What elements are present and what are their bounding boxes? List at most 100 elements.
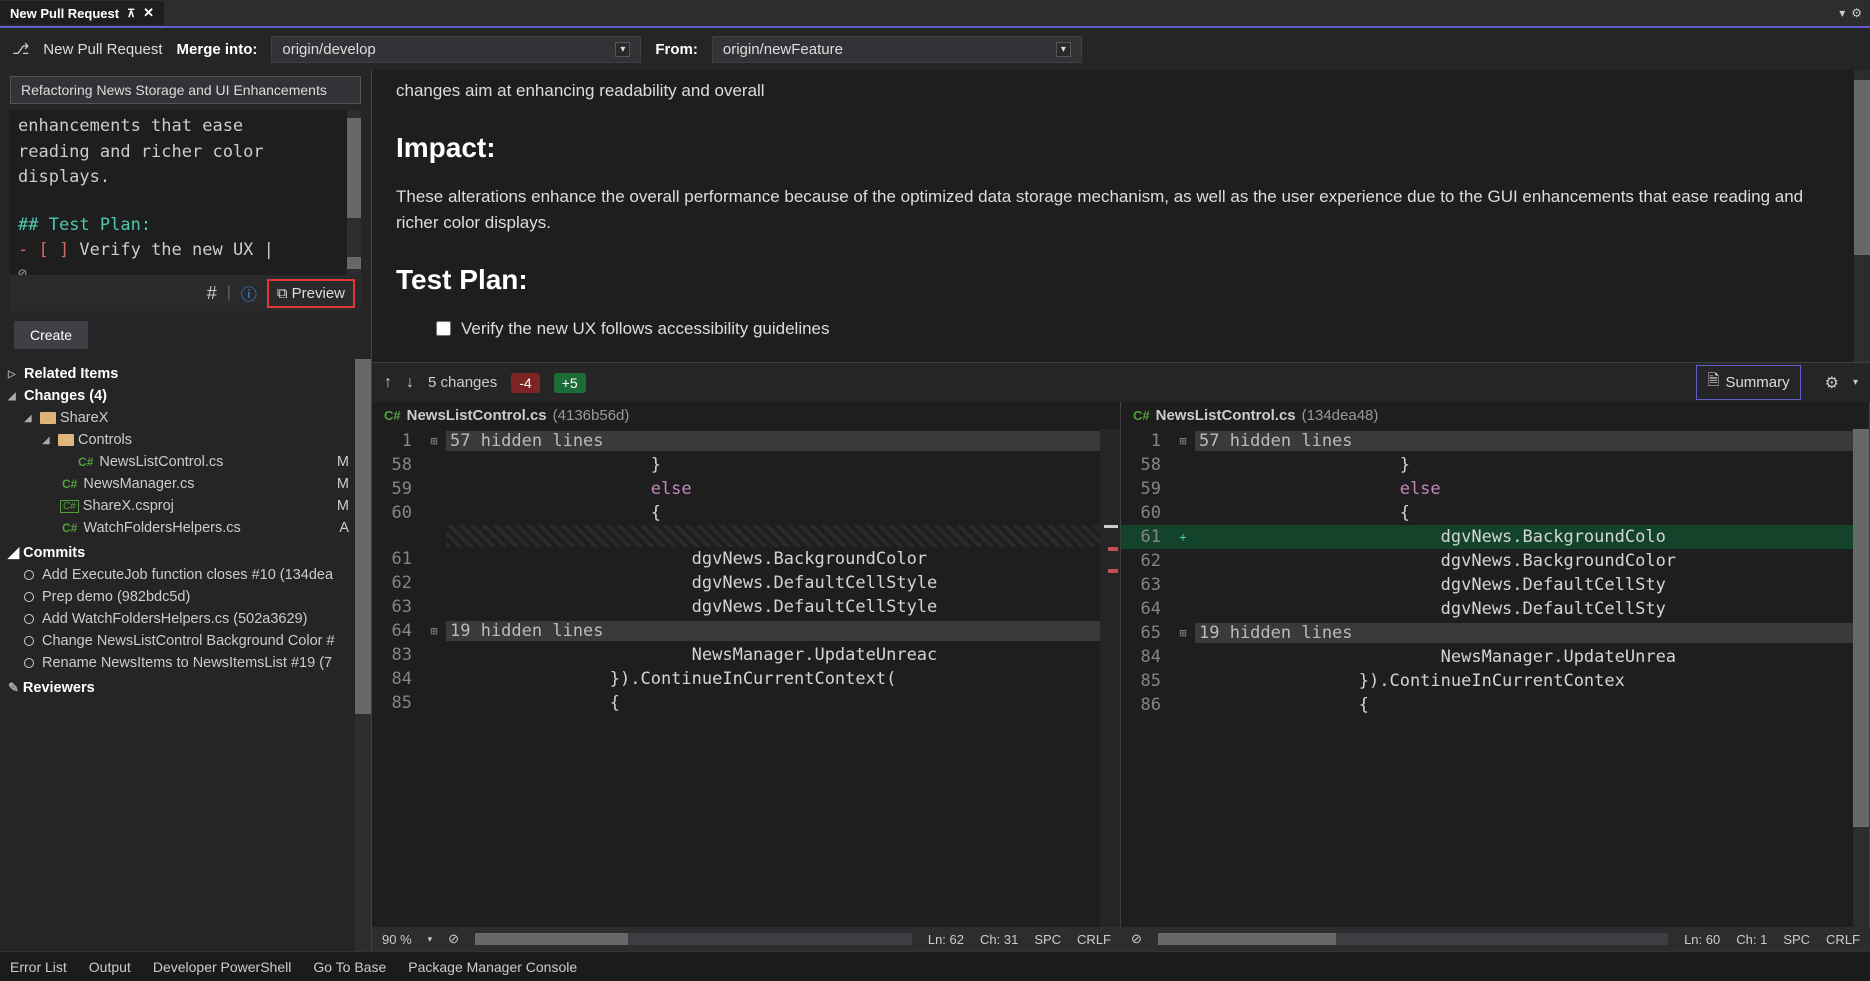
code-right[interactable]: 1⊞57 hidden lines 58 } 59 else 60 { 61+ … xyxy=(1121,429,1853,927)
desc-scrollbar[interactable] xyxy=(347,110,361,275)
commit-row[interactable]: Add WatchFoldersHelpers.cs (502a3629) xyxy=(8,608,363,630)
file-row[interactable]: C#NewsListControl.csM xyxy=(8,451,363,473)
file-row[interactable]: C#ShareX.csprojM xyxy=(8,495,363,517)
commit-dot-icon xyxy=(24,658,34,668)
diff-status-right: ⊘ Ln: 60 Ch: 1 SPC CRLF xyxy=(1121,927,1870,951)
commit-row[interactable]: Change NewsListControl Background Color … xyxy=(8,630,363,652)
tree-scrollbar[interactable] xyxy=(355,359,371,951)
pr-title-label: New Pull Request xyxy=(43,41,162,58)
pr-description-editor[interactable]: enhancements that ease reading and riche… xyxy=(10,110,361,275)
folder-icon xyxy=(58,434,74,446)
copilot-icon[interactable]: ⊘ xyxy=(18,266,353,276)
hash-icon[interactable]: # xyxy=(207,283,217,304)
hscrollbar[interactable] xyxy=(475,933,912,945)
pr-title-input[interactable] xyxy=(10,76,361,104)
line-number: Ln: 62 xyxy=(928,932,964,947)
titlebar: New Pull Request ⊼ ✕ ▾ ⚙ xyxy=(0,0,1870,28)
commits-header[interactable]: ◢Commits xyxy=(8,539,363,564)
file-row[interactable]: C#NewsManager.csM xyxy=(8,473,363,495)
from-label: From: xyxy=(655,41,698,58)
folder-sharex[interactable]: ◢ShareX xyxy=(8,407,363,429)
file-header-left: C# NewsListControl.cs (4136b56d) xyxy=(372,402,1120,429)
file-header-right: C# NewsListControl.cs (134dea48) xyxy=(1121,402,1869,429)
left-panel: enhancements that ease reading and riche… xyxy=(0,70,372,951)
file-hash: (4136b56d) xyxy=(553,407,630,424)
merge-into-label: Merge into: xyxy=(177,41,258,58)
indent-mode[interactable]: SPC xyxy=(1783,932,1810,947)
related-items-header[interactable]: ▷Related Items xyxy=(8,363,363,385)
csharp-icon: C# xyxy=(1133,408,1150,423)
bottombar-gotobase[interactable]: Go To Base xyxy=(313,959,386,975)
pr-toolbar: ⎇ New Pull Request Merge into: origin/de… xyxy=(0,28,1870,70)
right-panel: changes aim at enhancing readability and… xyxy=(372,70,1870,951)
summary-button[interactable]: 🗎 Summary xyxy=(1696,365,1800,400)
file-hash: (134dea48) xyxy=(1302,407,1379,424)
line-ending[interactable]: CRLF xyxy=(1826,932,1860,947)
commit-row[interactable]: Rename NewsItems to NewsItemsList #19 (7 xyxy=(8,652,363,674)
merge-into-value: origin/develop xyxy=(282,41,375,58)
diff-gap xyxy=(446,525,1100,547)
csharp-icon: C# xyxy=(76,455,95,469)
checklist-checkbox[interactable] xyxy=(436,321,451,336)
create-button[interactable]: Create xyxy=(14,321,88,349)
bottombar-powershell[interactable]: Developer PowerShell xyxy=(153,959,292,975)
bottombar-output[interactable]: Output xyxy=(89,959,131,975)
titlebar-tab[interactable]: New Pull Request ⊼ ✕ xyxy=(0,1,164,25)
bottombar-error-list[interactable]: Error List xyxy=(10,959,67,975)
csharp-icon: C# xyxy=(384,408,401,423)
no-issues-icon[interactable]: ⊘ xyxy=(1131,931,1142,947)
chevron-down-icon[interactable]: ▾ xyxy=(615,42,630,57)
col-number: Ch: 31 xyxy=(980,932,1018,947)
preview-heading-impact: Impact: xyxy=(396,126,1830,169)
line-ending[interactable]: CRLF xyxy=(1077,932,1111,947)
zoom-level[interactable]: 90 % xyxy=(382,932,412,947)
changes-header[interactable]: ◢Changes (4) xyxy=(8,385,363,407)
no-issues-icon[interactable]: ⊘ xyxy=(448,931,459,947)
commit-row[interactable]: Add ExecuteJob function closes #10 (134d… xyxy=(8,564,363,586)
merge-into-dropdown[interactable]: origin/develop ▾ xyxy=(271,36,641,63)
indent-mode[interactable]: SPC xyxy=(1034,932,1061,947)
commit-dot-icon xyxy=(24,592,34,602)
chevron-down-icon[interactable]: ▾ xyxy=(1056,42,1071,57)
file-name: NewsListControl.cs xyxy=(407,407,547,424)
commit-dot-icon xyxy=(24,570,34,580)
gear-icon[interactable]: ⚙ xyxy=(1851,6,1862,20)
editor-toolbar: # | ⓘ ⧉ Preview xyxy=(10,275,361,311)
desc-heading: ## Test Plan: xyxy=(18,213,353,239)
diff-scrollbar[interactable] xyxy=(1853,429,1869,927)
desc-line: reading and richer color xyxy=(18,140,353,166)
deletions-badge: -4 xyxy=(511,373,539,393)
preview-heading-testplan: Test Plan: xyxy=(396,258,1830,301)
hscrollbar[interactable] xyxy=(1158,933,1668,945)
document-icon: 🗎 xyxy=(1707,370,1719,395)
changes-tree: ▷Related Items ◢Changes (4) ◢ShareX ◢Con… xyxy=(0,359,371,951)
csproj-icon: C# xyxy=(60,500,79,513)
diff-left-pane: C# NewsListControl.cs (4136b56d) 1⊞57 hi… xyxy=(372,402,1121,927)
from-dropdown[interactable]: origin/newFeature ▾ xyxy=(712,36,1082,63)
code-left[interactable]: 1⊞57 hidden lines 58 } 59 else 60 { 61 d… xyxy=(372,429,1100,927)
file-row[interactable]: C#WatchFoldersHelpers.csA xyxy=(8,517,363,539)
folder-controls[interactable]: ◢Controls xyxy=(8,429,363,451)
pin-icon[interactable]: ⊼ xyxy=(127,7,135,20)
folder-icon xyxy=(40,412,56,424)
line-number: Ln: 60 xyxy=(1684,932,1720,947)
preview-checklist-item: Verify the new UX follows accessibility … xyxy=(396,316,1830,342)
chevron-down-icon[interactable]: ▾ xyxy=(428,934,433,945)
preview-scrollbar[interactable] xyxy=(1854,70,1870,362)
close-icon[interactable]: ✕ xyxy=(143,5,154,21)
info-icon[interactable]: ⓘ xyxy=(241,281,257,305)
chevron-down-icon[interactable]: ▾ xyxy=(1853,377,1858,388)
commit-row[interactable]: Prep demo (982bdc5d) xyxy=(8,586,363,608)
separator: | xyxy=(227,284,231,302)
prev-change-icon[interactable]: ↑ xyxy=(384,374,392,392)
desc-line: displays. xyxy=(18,165,353,191)
gear-icon[interactable]: ⚙ xyxy=(1825,373,1839,393)
preview-paragraph: changes aim at enhancing readability and… xyxy=(396,78,1830,104)
minimap-left[interactable] xyxy=(1100,429,1120,927)
reviewers-header[interactable]: ✎Reviewers xyxy=(8,674,363,699)
preview-button[interactable]: ⧉ Preview xyxy=(267,279,355,308)
dropdown-icon[interactable]: ▾ xyxy=(1839,6,1845,20)
bottombar-pmc[interactable]: Package Manager Console xyxy=(408,959,577,975)
csharp-icon: C# xyxy=(60,477,79,491)
next-change-icon[interactable]: ↓ xyxy=(406,374,414,392)
